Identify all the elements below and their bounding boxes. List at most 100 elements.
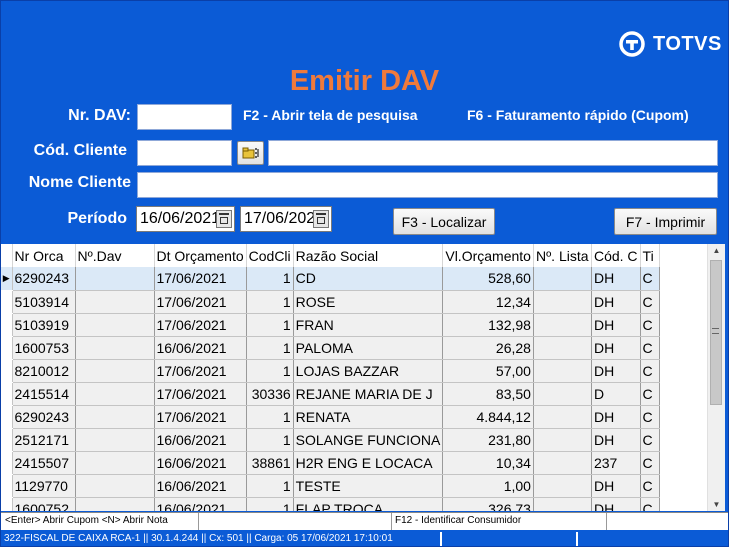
table-cell[interactable]: 8210012 [12,359,76,383]
table-cell[interactable]: 2512171 [12,428,76,452]
table-cell[interactable]: DH [591,313,641,337]
column-header[interactable]: Vl.Orçamento [442,244,534,267]
table-cell[interactable]: C [640,290,660,314]
table-cell[interactable]: C [640,451,660,475]
table-cell[interactable]: 5103919 [12,313,76,337]
table-row[interactable]: ▶ 6290243 17/06/2021 1 CD 528,60 DH C [1,267,660,291]
table-cell[interactable] [533,382,592,406]
table-cell[interactable]: 30336 [246,382,294,406]
table-cell[interactable] [533,359,592,383]
table-cell[interactable]: 1 [246,313,294,337]
date-from-picker[interactable]: 16/06/2021 [136,206,235,232]
grid-vertical-scrollbar[interactable]: ▲ ▼ [707,244,725,511]
scroll-down-icon[interactable]: ▼ [708,500,725,509]
table-cell[interactable]: SOLANGE FUNCIONA [293,428,444,452]
table-cell[interactable]: C [640,336,660,360]
table-cell[interactable]: TESTE [293,474,444,498]
table-cell[interactable]: DH [591,405,641,429]
table-cell[interactable]: 57,00 [442,359,534,383]
column-header[interactable]: Razão Social [293,244,444,267]
table-cell[interactable]: 12,34 [442,290,534,314]
localizar-button[interactable]: F3 - Localizar [393,208,495,235]
table-cell[interactable]: LOJAS BAZZAR [293,359,444,383]
table-row[interactable]: 5103914 17/06/2021 1 ROSE 12,34 DH C [1,290,660,314]
client-lookup-button[interactable] [237,141,264,165]
table-cell[interactable]: DH [591,290,641,314]
column-header[interactable]: Nº. Lista [533,244,592,267]
table-cell[interactable] [75,290,155,314]
table-cell[interactable]: H2R ENG E LOCACA [293,451,444,475]
table-cell[interactable]: DH [591,336,641,360]
table-cell[interactable]: 1129770 [12,474,76,498]
table-cell[interactable]: C [640,359,660,383]
imprimir-button[interactable]: F7 - Imprimir [614,208,717,235]
table-cell[interactable]: 1 [246,336,294,360]
column-header[interactable]: CodCli [246,244,294,267]
nr-dav-input[interactable] [137,104,232,130]
table-cell[interactable]: 6290243 [12,405,76,429]
table-cell[interactable]: 237 [591,451,641,475]
scroll-up-icon[interactable]: ▲ [708,246,725,255]
table-cell[interactable]: 1 [246,267,294,291]
table-cell[interactable]: 1 [246,290,294,314]
table-cell[interactable]: REJANE MARIA DE J [293,382,444,406]
table-cell[interactable]: C [640,267,660,291]
table-cell[interactable] [533,474,592,498]
table-cell[interactable] [75,336,155,360]
table-cell[interactable]: DH [591,428,641,452]
table-cell[interactable]: D [591,382,641,406]
table-cell[interactable]: CD [293,267,444,291]
table-row[interactable]: 2415507 16/06/2021 38861 H2R ENG E LOCACA 10… [1,451,660,475]
table-cell[interactable]: 1 [246,428,294,452]
table-cell[interactable]: DH [591,497,641,511]
table-cell[interactable]: 17/06/2021 [154,382,247,406]
column-header[interactable]: Nr Orca [12,244,76,267]
table-cell[interactable]: 16/06/2021 [154,497,247,511]
table-cell[interactable]: 16/06/2021 [154,336,247,360]
table-cell[interactable]: 17/06/2021 [154,267,247,291]
table-row[interactable]: 1600752 16/06/2021 1 FLAP TROCA 326,73 DH C [1,497,660,511]
table-cell[interactable] [533,290,592,314]
table-cell[interactable]: 83,50 [442,382,534,406]
table-cell[interactable] [75,474,155,498]
table-cell[interactable]: C [640,428,660,452]
table-cell[interactable]: 1,00 [442,474,534,498]
calendar-icon[interactable] [216,210,232,228]
table-cell[interactable]: 4.844,12 [442,405,534,429]
calendar-icon[interactable] [313,210,329,228]
table-cell[interactable]: 1 [246,405,294,429]
table-cell[interactable] [533,405,592,429]
table-cell[interactable]: 1600752 [12,497,76,511]
column-header[interactable]: Nº.Dav [75,244,155,267]
table-cell[interactable]: 10,34 [442,451,534,475]
table-cell[interactable]: C [640,382,660,406]
table-row[interactable]: 1600753 16/06/2021 1 PALOMA 26,28 DH C [1,336,660,360]
table-cell[interactable]: 6290243 [12,267,76,291]
table-cell[interactable]: 2415507 [12,451,76,475]
table-cell[interactable] [75,451,155,475]
table-cell[interactable]: 26,28 [442,336,534,360]
table-cell[interactable]: C [640,474,660,498]
table-row[interactable]: 2512171 16/06/2021 1 SOLANGE FUNCIONA 231,80… [1,428,660,452]
table-cell[interactable]: 16/06/2021 [154,451,247,475]
table-cell[interactable]: FRAN [293,313,444,337]
table-row[interactable]: 8210012 17/06/2021 1 LOJAS BAZZAR 57,00 DH C [1,359,660,383]
table-cell[interactable] [533,497,592,511]
table-cell[interactable]: 1 [246,497,294,511]
cod-cliente-input[interactable] [137,140,232,166]
table-cell[interactable] [533,313,592,337]
table-cell[interactable]: 326,73 [442,497,534,511]
table-cell[interactable] [533,451,592,475]
nome-cliente-input[interactable] [137,172,718,198]
table-cell[interactable]: 1 [246,359,294,383]
column-header[interactable]: Ti [640,244,660,267]
table-cell[interactable] [533,267,592,291]
table-cell[interactable] [75,359,155,383]
table-cell[interactable]: PALOMA [293,336,444,360]
table-cell[interactable]: DH [591,474,641,498]
table-cell[interactable]: 17/06/2021 [154,405,247,429]
table-cell[interactable]: 132,98 [442,313,534,337]
table-cell[interactable]: ROSE [293,290,444,314]
table-cell[interactable]: 231,80 [442,428,534,452]
table-cell[interactable]: 5103914 [12,290,76,314]
